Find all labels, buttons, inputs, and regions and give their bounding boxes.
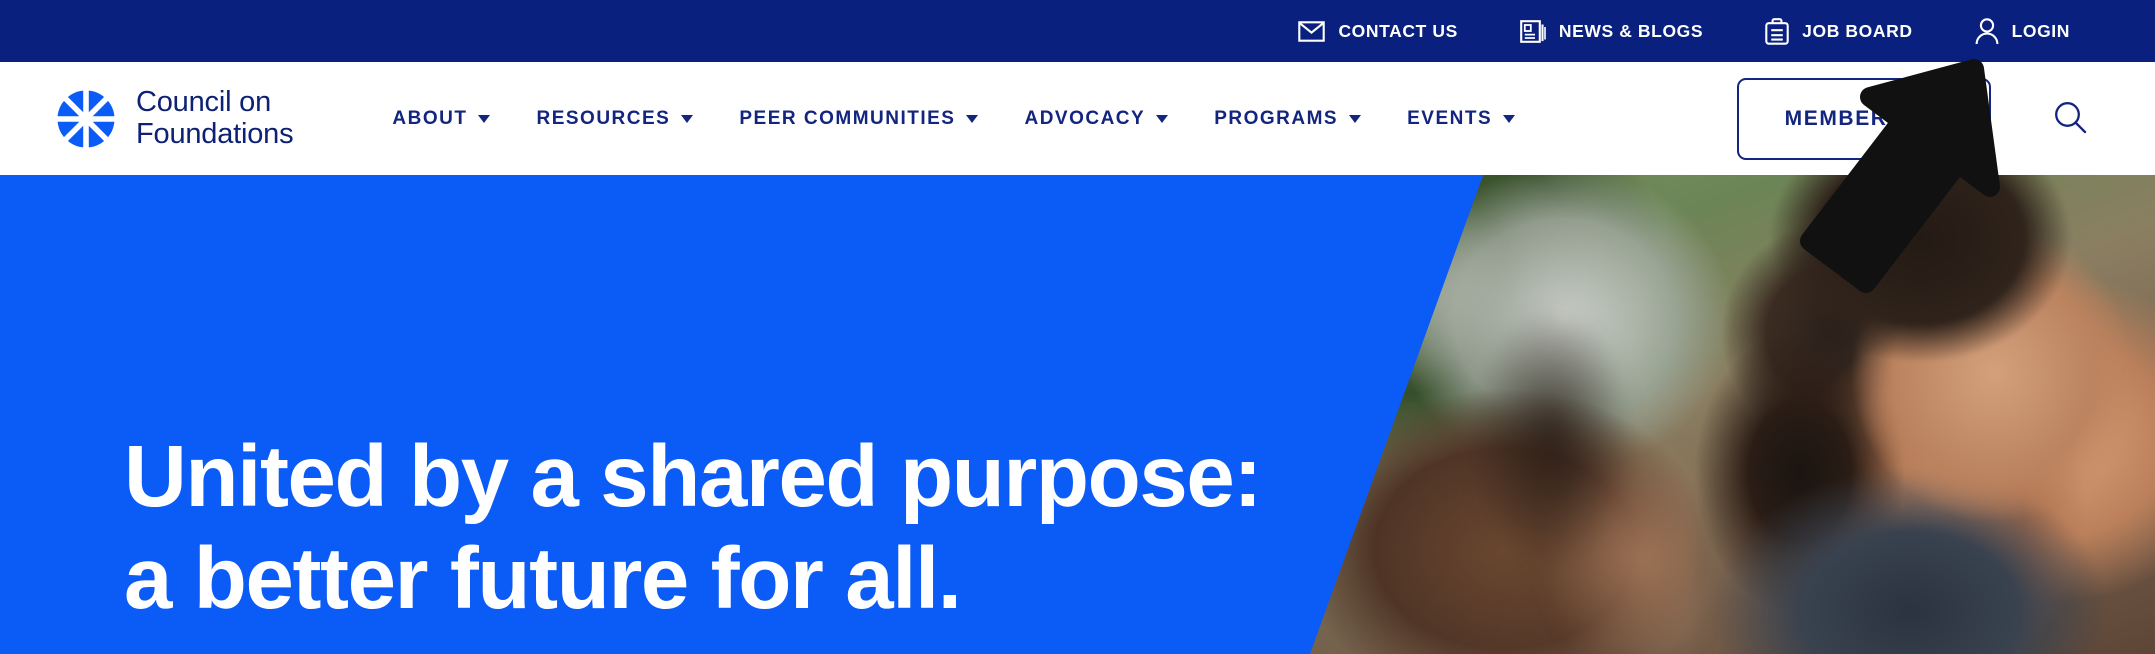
hero-photo [1310, 175, 2155, 654]
nav-label-events: EVENTS [1407, 107, 1493, 129]
nav-item-resources[interactable]: RESOURCES [513, 108, 716, 130]
envelope-icon [1298, 20, 1326, 42]
brand-line-2: Foundations [136, 117, 294, 150]
search-icon [2053, 100, 2087, 137]
top-utility-bar: CONTACT US NEWS & BLOGS JOB BOARD LOGIN [0, 0, 2155, 62]
nav-item-advocacy[interactable]: ADVOCACY [1001, 108, 1191, 130]
nav-label-about: ABOUT [392, 107, 468, 129]
hero-section: United by a shared purpose: a better fut… [0, 175, 2155, 654]
membership-button-label: MEMBERSHIP [1784, 106, 1943, 130]
council-burst-logo-icon [55, 87, 117, 150]
topbar-label-job-board: JOB BOARD [1802, 20, 1913, 41]
hero-headline-line-2: a better future for all. [124, 530, 962, 627]
newspaper-icon [1520, 19, 1546, 43]
chevron-down-icon [681, 114, 694, 123]
site-logo-link[interactable]: Council on Foundations [55, 86, 294, 150]
nav-item-programs[interactable]: PROGRAMS [1191, 108, 1384, 130]
topbar-link-contact-us[interactable]: CONTACT US [1298, 21, 1457, 42]
nav-item-peer-communities[interactable]: PEER COMMUNITIES [716, 108, 1001, 130]
chevron-down-icon [478, 114, 491, 123]
chevron-down-icon [1156, 114, 1169, 123]
hero-headline: United by a shared purpose: a better fut… [124, 426, 1262, 630]
nav-label-advocacy: ADVOCACY [1024, 107, 1146, 129]
nav-label-peer-communities: PEER COMMUNITIES [739, 107, 956, 129]
topbar-label-news-blogs: NEWS & BLOGS [1558, 20, 1704, 41]
chevron-down-icon [1503, 114, 1516, 123]
chevron-down-icon [966, 114, 979, 123]
hero-photo-shading [1310, 175, 2155, 654]
briefcase-icon [1765, 17, 1789, 45]
nav-label-programs: PROGRAMS [1214, 107, 1339, 129]
nav-item-about[interactable]: ABOUT [369, 108, 513, 130]
nav-label-resources: RESOURCES [536, 107, 671, 129]
chevron-down-icon [1349, 114, 1362, 123]
nav-actions: MEMBERSHIP [1736, 77, 2093, 160]
membership-button[interactable]: MEMBERSHIP [1736, 77, 1991, 160]
main-navigation-bar: Council on Foundations ABOUT RESOURCES P… [0, 62, 2155, 175]
nav-item-events[interactable]: EVENTS [1384, 108, 1538, 130]
topbar-link-job-board[interactable]: JOB BOARD [1765, 17, 1913, 45]
topbar-label-login: LOGIN [2011, 20, 2070, 41]
brand-wordmark: Council on Foundations [136, 86, 294, 150]
hero-headline-line-1: United by a shared purpose: [124, 428, 1262, 526]
brand-line-1: Council on [136, 86, 272, 119]
search-button[interactable] [2047, 94, 2093, 143]
primary-menu: ABOUT RESOURCES PEER COMMUNITIES ADVOCAC… [369, 108, 1538, 130]
topbar-label-contact-us: CONTACT US [1338, 20, 1458, 41]
person-icon [1975, 18, 1999, 44]
topbar-link-news-blogs[interactable]: NEWS & BLOGS [1520, 19, 1704, 43]
topbar-link-login[interactable]: LOGIN [1975, 18, 2070, 44]
